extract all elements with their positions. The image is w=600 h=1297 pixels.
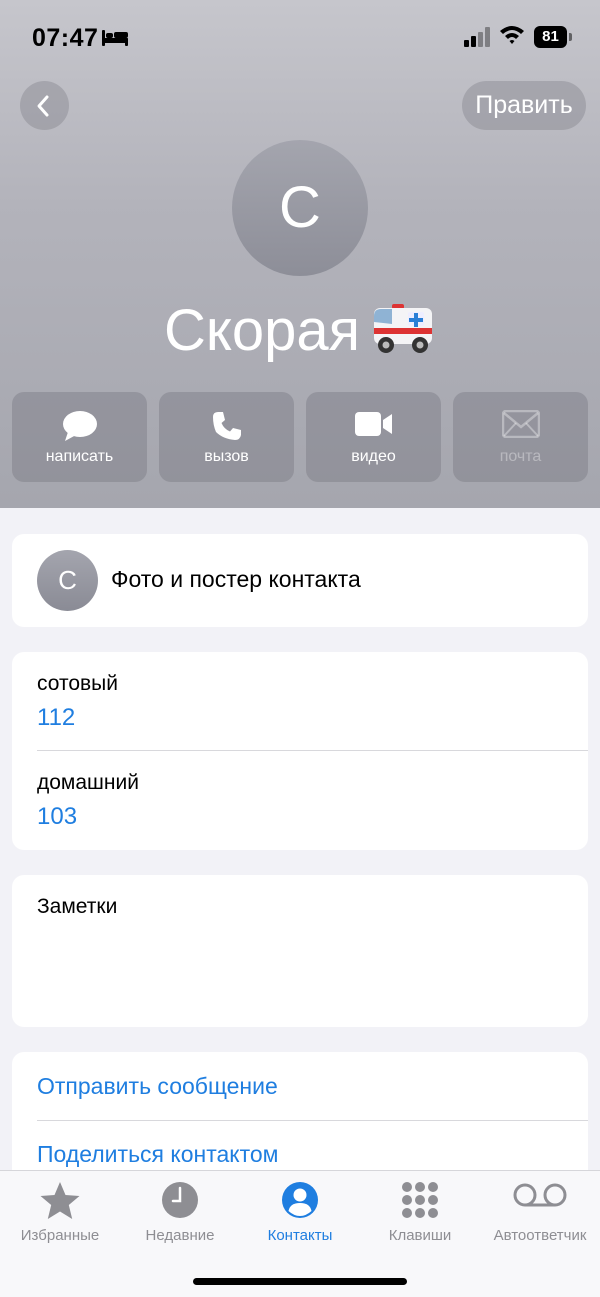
tab-label: Контакты [267, 1227, 333, 1244]
phone-numbers-card: сотовый 112 домашний 103 [12, 652, 588, 850]
tab-voicemail[interactable]: Автоответчик [480, 1171, 600, 1251]
notes-label: Заметки [37, 895, 118, 918]
video-icon [354, 412, 392, 436]
mail-icon [501, 410, 540, 438]
phone-type-label: сотовый [37, 672, 118, 695]
call-action-button[interactable]: вызов [159, 392, 294, 482]
tab-keypad[interactable]: Клавиши [360, 1171, 480, 1251]
tab-label: Автоответчик [493, 1227, 587, 1244]
share-contact-link[interactable]: Поделиться контактом [37, 1141, 278, 1168]
battery-indicator: 81 [534, 26, 572, 48]
tab-contacts[interactable]: Контакты [240, 1171, 360, 1251]
phone-row-home[interactable]: домашний 103 [12, 751, 588, 850]
call-action-label: вызов [204, 448, 249, 465]
quick-actions: написать вызов видео почта [12, 392, 588, 482]
mail-action-button: почта [453, 392, 588, 482]
star-icon [40, 1182, 80, 1219]
mail-action-label: почта [499, 448, 542, 465]
notes-card[interactable]: Заметки [12, 875, 588, 1027]
signal-icon [464, 27, 490, 47]
message-action-label: написать [45, 448, 114, 465]
chevron-left-icon [37, 95, 49, 117]
tab-label: Клавиши [388, 1227, 452, 1244]
voicemail-icon [513, 1183, 567, 1207]
battery-tip [569, 33, 572, 41]
tab-label: Недавние [145, 1227, 215, 1244]
bed-icon [102, 30, 128, 46]
ambulance-emoji-icon [374, 304, 433, 353]
photo-poster-label: Фото и постер контакта [111, 566, 361, 592]
edit-button[interactable]: Править [462, 81, 586, 130]
status-bar: 07:47 81 [0, 0, 600, 76]
contact-name: Скорая [163, 298, 361, 363]
contact-avatar-small: С [37, 550, 98, 611]
battery-level: 81 [534, 26, 567, 48]
message-icon [62, 411, 97, 441]
phone-number[interactable]: 103 [37, 803, 77, 831]
phone-row-mobile[interactable]: сотовый 112 [12, 652, 588, 751]
home-indicator[interactable] [193, 1278, 407, 1285]
phone-type-label: домашний [37, 771, 139, 794]
tab-favorites[interactable]: Избранные [0, 1171, 120, 1251]
contact-name-row: Скорая [0, 296, 600, 366]
video-action-button[interactable]: видео [306, 392, 441, 482]
person-circle-icon [282, 1182, 318, 1218]
phone-number[interactable]: 112 [37, 704, 75, 732]
back-button[interactable] [20, 81, 69, 130]
clock-icon [162, 1182, 198, 1218]
contact-header: 07:47 81 Править С Скорая написать вызов… [0, 0, 600, 508]
video-action-label: видео [351, 448, 396, 465]
contact-avatar: С [232, 140, 368, 276]
status-time: 07:47 [32, 24, 99, 52]
keypad-icon [402, 1182, 438, 1218]
tab-recents[interactable]: Недавние [120, 1171, 240, 1251]
message-action-button[interactable]: написать [12, 392, 147, 482]
divider [37, 1120, 588, 1121]
phone-icon [212, 412, 241, 440]
send-message-link[interactable]: Отправить сообщение [37, 1073, 278, 1100]
wifi-icon [500, 26, 524, 44]
contact-photo-poster-row[interactable]: С Фото и постер контакта [12, 534, 588, 627]
